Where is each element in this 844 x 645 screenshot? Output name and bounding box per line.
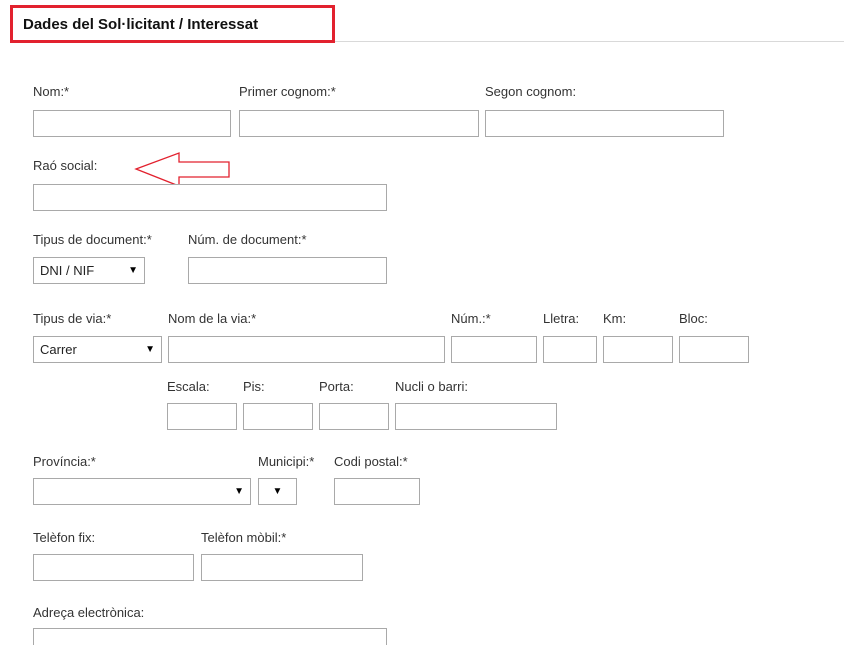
telefon-mobil-input[interactable] xyxy=(201,554,363,581)
provincia-label: Província:* xyxy=(33,454,96,469)
lletra-input[interactable] xyxy=(543,336,597,363)
tipus-via-select[interactable]: Carrer ▼ xyxy=(33,336,162,363)
provincia-select[interactable]: ▼ xyxy=(33,478,251,505)
num-document-label: Núm. de document:* xyxy=(188,232,307,247)
tipus-via-label: Tipus de via:* xyxy=(33,311,112,326)
pis-label: Pis: xyxy=(243,379,265,394)
codi-postal-input[interactable] xyxy=(334,478,420,505)
adreca-label: Adreça electrònica: xyxy=(33,605,145,620)
telefon-fix-label: Telèfon fix: xyxy=(33,530,96,545)
section-divider xyxy=(335,41,844,42)
tipus-document-value: DNI / NIF xyxy=(40,263,95,278)
adreca-input[interactable] xyxy=(33,628,387,645)
pis-input[interactable] xyxy=(243,403,313,430)
municipi-select[interactable]: ▼ xyxy=(258,478,297,505)
rao-social-label: Raó social: xyxy=(33,158,98,173)
nom-via-label: Nom de la via:* xyxy=(168,311,257,326)
num-document-input[interactable] xyxy=(188,257,387,284)
num-label: Núm.:* xyxy=(451,311,491,326)
tipus-via-value: Carrer xyxy=(40,342,77,357)
num-input[interactable] xyxy=(451,336,537,363)
nucli-label: Nucli o barri: xyxy=(395,379,468,394)
tipus-document-select[interactable]: DNI / NIF ▼ xyxy=(33,257,145,284)
nom-label: Nom:* xyxy=(33,84,70,99)
nucli-input[interactable] xyxy=(395,403,557,430)
chevron-down-icon: ▼ xyxy=(234,486,244,497)
nom-via-input[interactable] xyxy=(168,336,445,363)
telefon-fix-input[interactable] xyxy=(33,554,194,581)
nom-input[interactable] xyxy=(33,110,231,137)
primer-cognom-label: Primer cognom:* xyxy=(239,84,336,99)
municipi-label: Municipi:* xyxy=(258,454,315,469)
chevron-down-icon: ▼ xyxy=(272,486,283,497)
porta-input[interactable] xyxy=(319,403,389,430)
escala-label: Escala: xyxy=(167,379,210,394)
bloc-label: Bloc: xyxy=(679,311,708,326)
porta-label: Porta: xyxy=(319,379,354,394)
tipus-document-label: Tipus de document:* xyxy=(33,232,152,247)
primer-cognom-input[interactable] xyxy=(239,110,479,137)
chevron-down-icon: ▼ xyxy=(145,344,155,355)
bloc-input[interactable] xyxy=(679,336,749,363)
km-input[interactable] xyxy=(603,336,673,363)
segon-cognom-label: Segon cognom: xyxy=(485,84,577,99)
rao-social-input[interactable] xyxy=(33,184,387,211)
lletra-label: Lletra: xyxy=(543,311,580,326)
section-title: Dades del Sol·licitant / Interessat xyxy=(23,16,259,33)
segon-cognom-input[interactable] xyxy=(485,110,724,137)
codi-postal-label: Codi postal:* xyxy=(334,454,408,469)
chevron-down-icon: ▼ xyxy=(128,265,138,276)
escala-input[interactable] xyxy=(167,403,237,430)
telefon-mobil-label: Telèfon mòbil:* xyxy=(201,530,287,545)
km-label: Km: xyxy=(603,311,627,326)
